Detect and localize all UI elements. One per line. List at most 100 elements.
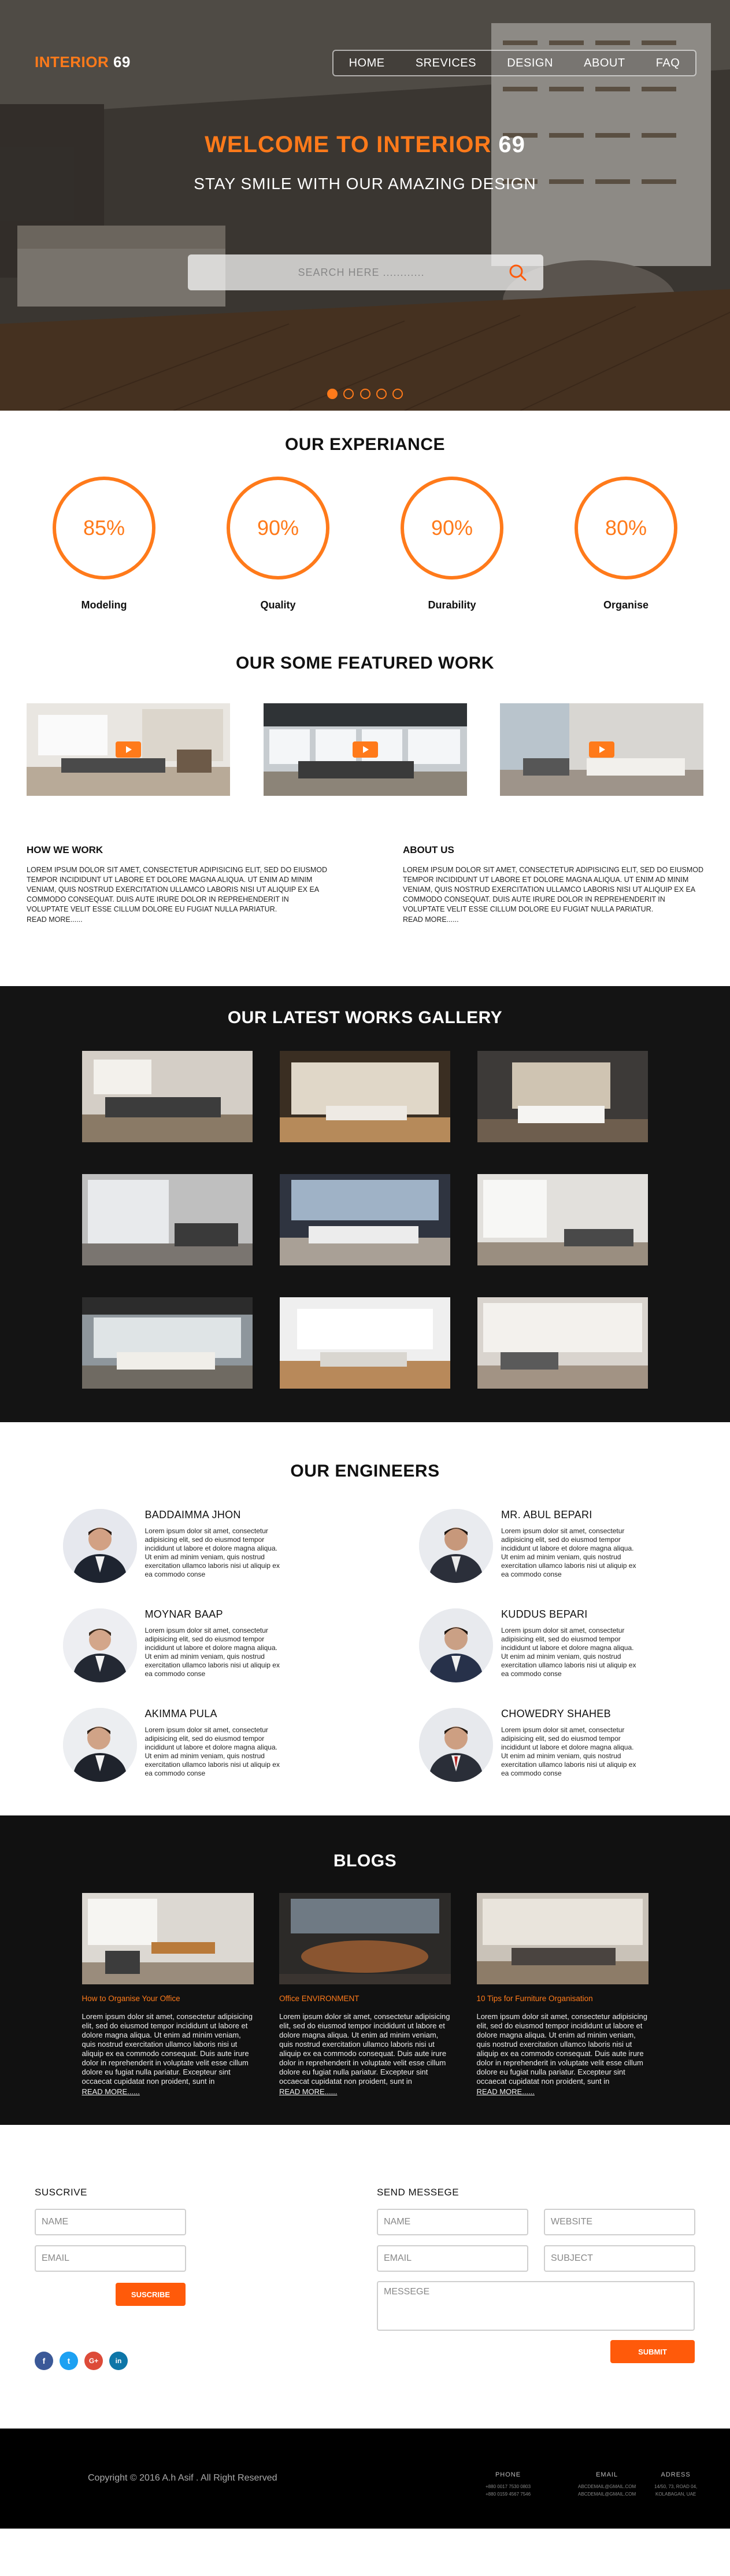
message-subject-field[interactable]: [544, 2245, 695, 2272]
nav-home[interactable]: HOME: [349, 57, 385, 70]
footer-email: EMAIL ABCDEMAIL@GMAIL.COM ABCDEMAIL@GMAI…: [578, 2471, 636, 2498]
nav-services[interactable]: SREVICES: [416, 57, 476, 70]
featured-video-3[interactable]: [500, 703, 703, 796]
search-input[interactable]: [188, 254, 500, 290]
submit-button[interactable]: SUBMIT: [610, 2340, 695, 2363]
engineer-info: MR. ABUL BEPARI Lorem ipsum dolor sit am…: [501, 1509, 640, 1583]
gallery-image[interactable]: [477, 1174, 648, 1265]
slider-dot-2[interactable]: [343, 389, 354, 399]
blog-read-more[interactable]: READ MORE......: [477, 2087, 649, 2096]
blog-image[interactable]: [81, 1893, 254, 1984]
footer-address-line: 14/50, 73, ROAD 04,: [654, 2484, 698, 2489]
engineer-bio: Lorem ipsum dolor sit amet, consectetur …: [501, 1626, 636, 1678]
gallery-grid: [76, 1051, 654, 1389]
blog-excerpt: Lorem ipsum dolor sit amet, consectetur …: [279, 2012, 450, 2086]
subscribe-name-field[interactable]: [35, 2209, 186, 2235]
slider-dot-4[interactable]: [376, 389, 387, 399]
footer-address-line: KOLABAGAN, UAE: [655, 2492, 696, 2497]
experience-section: OUR EXPERIANCE 85% Modeling 90% Quality …: [0, 411, 730, 654]
blog-title[interactable]: 10 Tips for Furniture Organisation: [477, 1994, 649, 2003]
engineer-card: CHOWEDRY SHAHEB Lorem ipsum dolor sit am…: [419, 1708, 686, 1782]
stat-label: Modeling: [81, 599, 127, 611]
message-email-field[interactable]: [377, 2245, 528, 2272]
gallery-image[interactable]: [477, 1297, 648, 1389]
nav-about[interactable]: ABOUT: [584, 57, 625, 70]
experience-title: OUR EXPERIANCE: [284, 435, 446, 454]
engineer-card: MR. ABUL BEPARI Lorem ipsum dolor sit am…: [419, 1509, 686, 1583]
stat-label: Quality: [260, 599, 296, 611]
engineers-title: OUR ENGINEERS: [290, 1462, 440, 1481]
engineer-bio: Lorem ipsum dolor sit amet, consectetur …: [144, 1626, 280, 1678]
nav-faq[interactable]: FAQ: [656, 57, 680, 70]
play-icon[interactable]: [116, 741, 141, 758]
about-us-read-more[interactable]: READ MORE......: [403, 916, 703, 924]
stat-value: 85%: [83, 516, 125, 540]
slider-dots: [0, 389, 730, 402]
blog-image[interactable]: [476, 1893, 649, 1984]
blog-title[interactable]: Office ENVIRONMENT: [279, 1994, 451, 2003]
linkedin-icon[interactable]: in: [109, 2352, 128, 2370]
stat-value: 90%: [257, 516, 299, 540]
progress-ring: 85%: [53, 477, 155, 580]
how-we-work-title: HOW WE WORK: [27, 844, 103, 855]
message-textarea[interactable]: [377, 2281, 695, 2331]
engineer-card: MOYNAR BAAP Lorem ipsum dolor sit amet, …: [62, 1608, 330, 1682]
gallery-image[interactable]: [280, 1051, 450, 1142]
slider-dot-3[interactable]: [360, 389, 370, 399]
hero-section: INTERIOR 69 HOME SREVICES DESIGN ABOUT F…: [0, 0, 730, 411]
play-icon[interactable]: [589, 741, 614, 758]
slider-dot-1[interactable]: [327, 389, 338, 399]
blog-read-more[interactable]: READ MORE......: [279, 2087, 451, 2096]
engineer-info: MOYNAR BAAP Lorem ipsum dolor sit amet, …: [145, 1608, 284, 1682]
engineer-info: AKIMMA PULA Lorem ipsum dolor sit amet, …: [145, 1708, 284, 1782]
footer: Copyright © 2016 A.h Asif . All Right Re…: [0, 2429, 730, 2529]
google-plus-icon[interactable]: G+: [84, 2352, 103, 2370]
footer-phone-line: +880 0159 4567 7546: [486, 2492, 531, 2497]
blog-image[interactable]: [279, 1893, 451, 1984]
info-section: HOW WE WORK LOREM IPSUM DOLOR SIT AMET, …: [0, 844, 730, 986]
featured-video-2[interactable]: [263, 703, 467, 796]
gallery-image[interactable]: [82, 1174, 253, 1265]
gallery-image[interactable]: [280, 1297, 450, 1389]
featured-title: OUR SOME FEATURED WORK: [235, 654, 495, 673]
stat-label: Durability: [428, 599, 476, 611]
facebook-icon[interactable]: f: [35, 2352, 53, 2370]
gallery-image[interactable]: [82, 1051, 253, 1142]
engineer-name: MOYNAR BAAP: [144, 1608, 223, 1620]
copyright-text: Copyright © 2016 A.h Asif . All Right Re…: [88, 2473, 277, 2483]
featured-video-1[interactable]: [27, 703, 230, 796]
about-us: ABOUT US LOREM IPSUM DOLOR SIT AMET, CON…: [403, 844, 703, 986]
engineer-card: BADDAIMMA JHON Lorem ipsum dolor sit ame…: [62, 1509, 330, 1583]
search-icon[interactable]: [506, 263, 529, 282]
subscribe-button[interactable]: SUSCRIBE: [116, 2283, 186, 2306]
blog-excerpt: Lorem ipsum dolor sit amet, consectetur …: [476, 2012, 648, 2086]
site-logo[interactable]: INTERIOR 69: [35, 53, 131, 71]
play-icon[interactable]: [352, 741, 378, 758]
message-name-field[interactable]: [377, 2209, 528, 2235]
subscribe-email-field[interactable]: [35, 2245, 186, 2272]
twitter-icon[interactable]: t: [60, 2352, 78, 2370]
featured-row: [0, 703, 730, 796]
message-website-field[interactable]: [544, 2209, 695, 2235]
how-we-work-read-more[interactable]: READ MORE......: [27, 916, 327, 924]
footer-address: ADRESS 14/50, 73, ROAD 04, KOLABAGAN, UA…: [654, 2471, 697, 2498]
gallery-image[interactable]: [477, 1051, 648, 1142]
slider-dot-5[interactable]: [392, 389, 403, 399]
nav-design[interactable]: DESIGN: [507, 57, 553, 70]
blog-read-more[interactable]: READ MORE......: [82, 2087, 254, 2096]
footer-phone: PHONE +880 0017 7530 0803 +880 0159 4567…: [486, 2471, 531, 2498]
subscribe-title: SUSCRIVE: [35, 2187, 87, 2198]
progress-ring: 80%: [575, 477, 677, 580]
main-navigation: HOME SREVICES DESIGN ABOUT FAQ: [332, 50, 696, 76]
engineer-name: KUDDUS BEPARI: [501, 1608, 588, 1620]
progress-ring: 90%: [227, 477, 329, 580]
stat-value: 80%: [605, 516, 647, 540]
gallery-image[interactable]: [280, 1174, 450, 1265]
footer-email-line[interactable]: ABCDEMAIL@GMAIL.COM: [578, 2483, 636, 2490]
stat-label: Organise: [603, 599, 649, 611]
footer-email-line[interactable]: ABCDEMAIL@GMAIL.COM: [578, 2490, 636, 2498]
gallery-image[interactable]: [82, 1297, 253, 1389]
blog-title[interactable]: How to Organise Your Office: [82, 1994, 254, 2003]
avatar: [62, 1608, 137, 1682]
blog-excerpt: Lorem ipsum dolor sit amet, consectetur …: [81, 2012, 253, 2086]
